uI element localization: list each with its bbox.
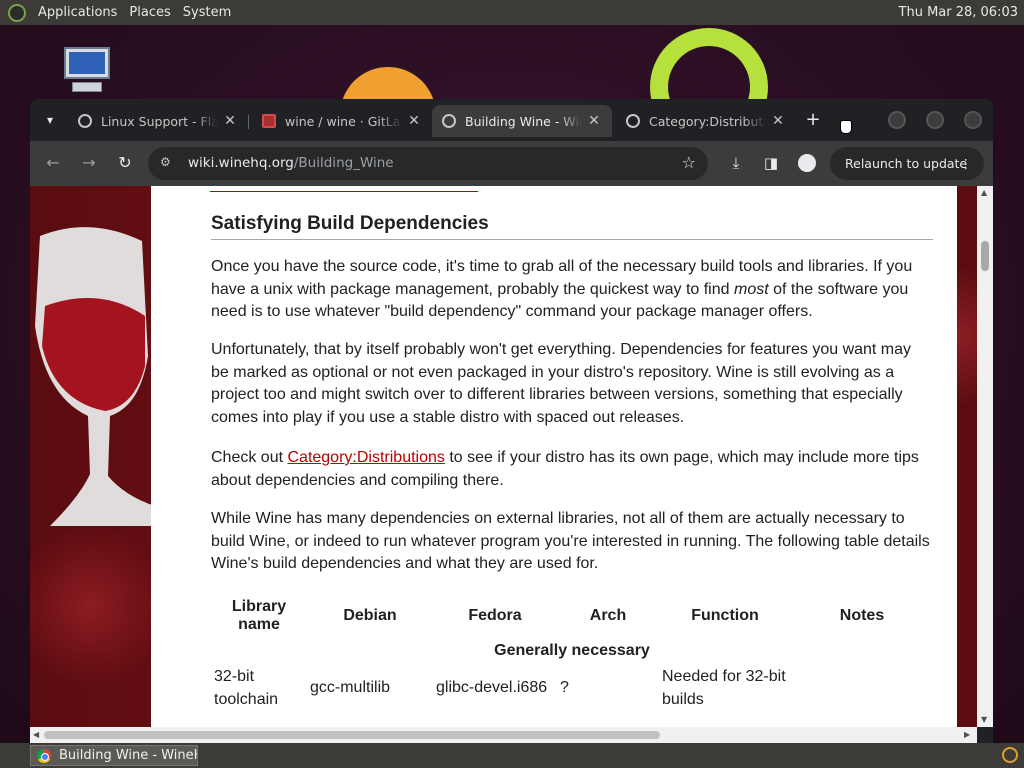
horizontal-scroll-thumb[interactable] (44, 731, 660, 739)
paragraph-dependencies: While Wine has many dependencies on exte… (211, 510, 930, 573)
paragraph-unfortunately: Unfortunately, that by itself probably w… (211, 341, 912, 427)
group-generally-necessary: Generally necessary (494, 642, 650, 659)
tab-title: Building Wine - WineHQ Wiki (465, 113, 582, 129)
header-debian: Debian (343, 607, 397, 624)
paragraph-intro: Once you have the source code, it's time… (211, 258, 913, 321)
table-header-row: Library name Debian Fedora Arch Function… (211, 596, 933, 636)
cell-debian: gcc-multilib (310, 679, 391, 697)
cell-function: Needed for 32-bit builds (662, 668, 786, 708)
maximize-button[interactable] (926, 111, 944, 129)
tab-linux-support[interactable]: Linux Support - Flathub ✕ (68, 105, 248, 137)
section-heading: Satisfying Build Dependencies (211, 213, 933, 240)
tab-category-distributions[interactable]: Category:Distributions ✕ (616, 105, 796, 137)
bookmark-star-icon[interactable]: ☆ (682, 153, 696, 172)
tab-building-wine[interactable]: Building Wine - WineHQ Wiki ✕ (432, 105, 612, 137)
site-info-icon[interactable]: ⚙ (160, 155, 176, 171)
header-function: Function (691, 607, 759, 624)
browser-window: ▾ Linux Support - Flathub ✕ wine / wine … (30, 99, 993, 743)
download-icon[interactable]: ⤓ (725, 152, 747, 174)
mouse-pointer-icon (840, 120, 852, 134)
url-text[interactable]: wiki.winehq.org/Building_Wine (188, 155, 394, 171)
tab-title: Category:Distributions (649, 113, 766, 129)
applications-menu[interactable]: Applications (32, 0, 123, 25)
tab-separator (248, 115, 249, 129)
scroll-left-arrow-icon[interactable]: ◀ (33, 731, 41, 739)
cell-library: 32-bit toolchain (214, 668, 279, 708)
previous-section-link[interactable] (210, 186, 478, 192)
vertical-scrollbar[interactable]: ▲ ▼ (977, 186, 993, 727)
scroll-right-arrow-icon[interactable]: ▶ (964, 731, 972, 739)
vertical-scroll-thumb[interactable] (981, 241, 989, 271)
page-viewport: Satisfying Build Dependencies Once you h… (30, 186, 993, 727)
new-tab-plus-icon[interactable]: + (802, 109, 824, 131)
table-row: 32-bit toolchain gcc-multilib glibc-deve… (211, 664, 933, 713)
category-distributions-link[interactable]: Category:Distributions (287, 449, 444, 466)
address-bar[interactable]: ⚙ wiki.winehq.org/Building_Wine ☆ (148, 147, 708, 180)
globe-icon (78, 114, 92, 128)
tray-search-icon[interactable] (1002, 747, 1018, 763)
bottom-taskbar: Building Wine - WineHQ Wiki (0, 743, 1024, 768)
tab-gitlab[interactable]: wine / wine · GitLab ✕ (252, 105, 432, 137)
header-fedora: Fedora (468, 607, 522, 624)
dependencies-table: Library name Debian Fedora Arch Function… (211, 596, 933, 713)
back-arrow-icon[interactable]: ← (41, 151, 65, 175)
scroll-down-arrow-icon[interactable]: ▼ (981, 716, 989, 724)
taskbar-item-browser[interactable]: Building Wine - WineHQ Wiki (30, 745, 198, 766)
globe-icon (442, 114, 456, 128)
computer-desktop-icon[interactable] (62, 47, 112, 93)
close-tab-icon[interactable]: ✕ (586, 113, 602, 129)
mate-logo-icon[interactable] (8, 3, 26, 22)
cell-fedora: glibc-devel.i686 (436, 679, 548, 697)
table-group-row: Generally necessary (211, 636, 933, 664)
tab-title: wine / wine · GitLab (285, 113, 402, 129)
relaunch-to-update-button[interactable]: Relaunch to update ⋮ (830, 147, 984, 180)
reload-icon[interactable]: ↻ (113, 151, 137, 175)
browser-toolbar: ← → ↻ ⚙ wiki.winehq.org/Building_Wine ☆ … (30, 141, 993, 186)
close-tab-icon[interactable]: ✕ (222, 113, 238, 129)
cell-notes (791, 664, 933, 713)
places-menu[interactable]: Places (123, 0, 176, 25)
close-tab-icon[interactable]: ✕ (770, 113, 786, 129)
forward-arrow-icon[interactable]: → (77, 151, 101, 175)
close-tab-icon[interactable]: ✕ (406, 113, 422, 129)
chrome-icon (37, 749, 51, 763)
gitlab-icon (262, 114, 276, 128)
side-panel-icon[interactable]: ◨ (760, 152, 782, 174)
tab-search-chevron-icon[interactable]: ▾ (38, 108, 62, 132)
minimize-button[interactable] (888, 111, 906, 129)
clock[interactable]: Thu Mar 28, 06:03 (899, 5, 1024, 20)
top-panel: Applications Places System Thu Mar 28, 0… (0, 0, 1024, 25)
header-library-name: Library name (231, 598, 287, 633)
paragraph-check-out: Check out Category:Distributions to see … (211, 449, 919, 489)
header-notes: Notes (839, 607, 885, 624)
wine-glass-logo (35, 227, 155, 526)
more-menu-icon[interactable]: ⋮ (960, 147, 973, 180)
globe-icon (626, 114, 640, 128)
scroll-up-arrow-icon[interactable]: ▲ (981, 189, 989, 197)
tab-title: Linux Support - Flathub (101, 113, 218, 129)
close-window-button[interactable] (964, 111, 982, 129)
profile-avatar-icon[interactable] (798, 154, 816, 172)
horizontal-scrollbar[interactable]: ◀ ▶ (30, 727, 977, 743)
header-arch: Arch (589, 607, 627, 624)
wiki-content: Satisfying Build Dependencies Once you h… (151, 186, 957, 727)
system-menu[interactable]: System (177, 0, 237, 25)
cell-arch: ? (560, 679, 569, 697)
